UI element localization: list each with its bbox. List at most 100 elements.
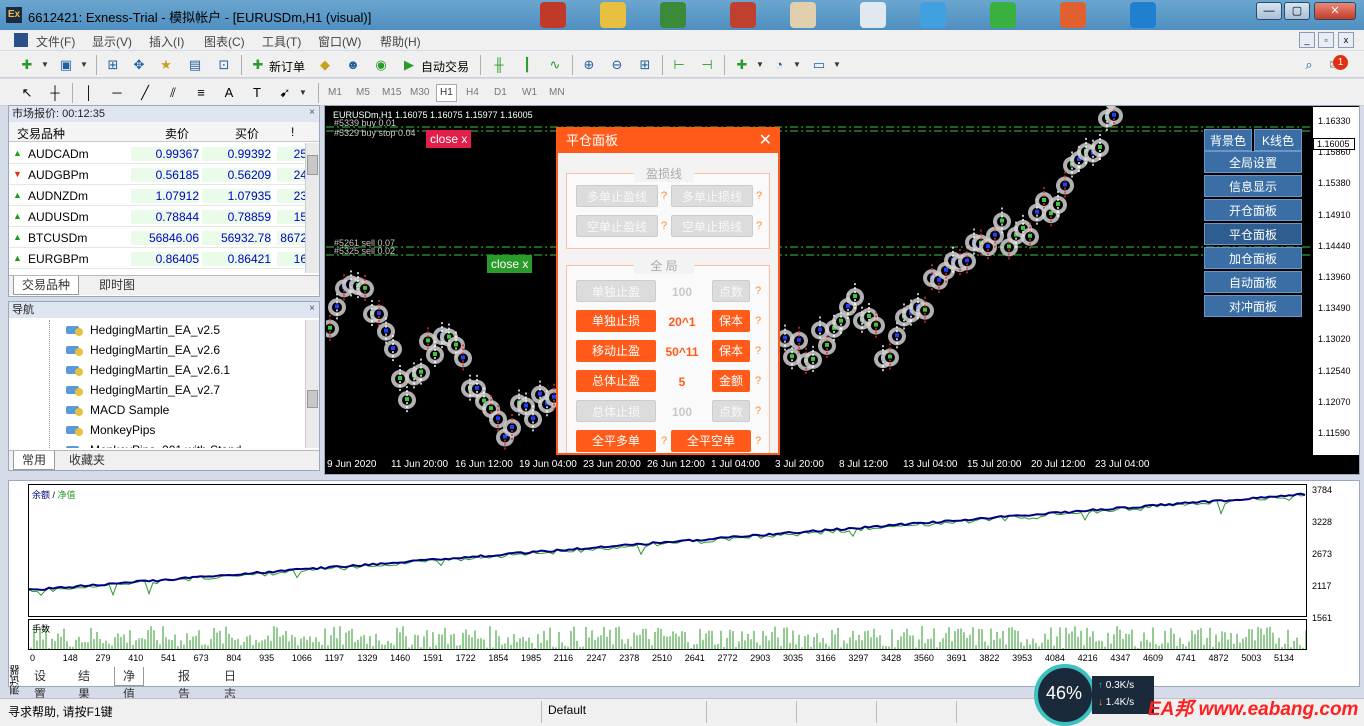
crosshair-icon[interactable]: ┼ <box>46 84 64 102</box>
channel-icon[interactable]: ⫽ <box>164 84 182 102</box>
trailing-tp-button[interactable]: 移动止盈 <box>576 340 656 362</box>
market-watch-row[interactable]: ▲ AUDNZDm 1.07912 1.07935 23 <box>9 185 309 206</box>
candlestick-icon[interactable]: ┃ <box>518 56 536 74</box>
close-button[interactable]: ✕ <box>1314 2 1356 20</box>
help-icon[interactable]: ? <box>756 220 762 232</box>
price-chart[interactable] <box>326 107 1312 455</box>
navigator-item[interactable]: MonkeyPips <box>57 420 305 440</box>
auto-scroll-icon[interactable]: ⊢ <box>670 56 688 74</box>
header-symbol[interactable]: 交易品种 <box>17 125 65 142</box>
dropdown-arrow-icon[interactable]: ▼ <box>828 56 846 74</box>
indicators-icon[interactable]: ✚ <box>733 56 751 74</box>
header-spread[interactable]: ! <box>291 125 294 139</box>
close-order-red-button[interactable]: close x <box>426 130 472 148</box>
help-icon[interactable]: ? <box>661 190 667 202</box>
amount-button[interactable]: 金额 <box>712 370 750 392</box>
single-sl-value[interactable]: 20^1 <box>662 315 702 329</box>
candle-color-button[interactable]: K线色 <box>1254 129 1302 151</box>
menu-insert[interactable]: 插入(I) <box>149 33 184 50</box>
volume-chart[interactable]: 手数 <box>28 619 1307 650</box>
zoom-out-icon[interactable]: ⊖ <box>608 56 626 74</box>
help-icon[interactable]: ? <box>755 375 761 387</box>
ea-panel-button[interactable]: 自动面板 <box>1204 271 1302 293</box>
tile-windows-icon[interactable]: ⊞ <box>636 56 654 74</box>
market-watch-row[interactable]: ▲ AUDUSDm 0.78844 0.78859 15 <box>9 206 309 227</box>
close-all-long-button[interactable]: 全平多单 <box>576 430 656 452</box>
market-watch-row[interactable]: ▲ AUDCADm 0.99367 0.99392 25 <box>9 143 309 164</box>
help-icon[interactable]: ? <box>661 435 667 447</box>
timeframe-m1[interactable]: M1 <box>328 87 342 98</box>
tab-report[interactable]: 报告 <box>170 667 198 701</box>
chart-close-button[interactable]: x <box>1338 32 1354 48</box>
header-bid[interactable]: 卖价 <box>165 125 189 142</box>
timeframe-h4[interactable]: H4 <box>466 87 479 98</box>
total-sl-button[interactable]: 总体止损 <box>576 400 656 422</box>
navigator-scrollbar[interactable] <box>305 320 319 448</box>
timeframe-w1[interactable]: W1 <box>522 87 537 98</box>
menu-file[interactable]: 文件(F) <box>36 33 75 50</box>
signal-icon[interactable]: ◉ <box>372 56 390 74</box>
help-icon[interactable]: ? <box>755 315 761 327</box>
cursor-icon[interactable]: ↖ <box>18 84 36 102</box>
help-icon[interactable]: ? <box>755 345 761 357</box>
metaeditor-icon[interactable]: ◆ <box>316 56 334 74</box>
market-watch-row[interactable]: ▼ AUDGBPm 0.56185 0.56209 24 <box>9 164 309 185</box>
timeframe-d1[interactable]: D1 <box>494 87 507 98</box>
timeframe-mn[interactable]: MN <box>549 87 565 98</box>
auto-trade-button[interactable]: 自动交易 <box>421 58 469 75</box>
new-order-button[interactable]: 新订单 <box>269 58 305 75</box>
tester-icon[interactable]: ⊡ <box>215 56 233 74</box>
ea-panel-button[interactable]: 加仓面板 <box>1204 247 1302 269</box>
maximize-button[interactable]: ▢ <box>1284 2 1310 20</box>
tab-symbols[interactable]: 交易品种 <box>13 276 80 295</box>
zoom-in-icon[interactable]: ⊕ <box>580 56 598 74</box>
navigator-item[interactable]: HedgingMartin_EA_v2.7 <box>57 380 305 400</box>
close-all-short-button[interactable]: 全平空单 <box>671 430 751 452</box>
dropdown-arrow-icon[interactable]: ▼ <box>751 56 769 74</box>
dropdown-arrow-icon[interactable]: ▼ <box>788 56 806 74</box>
tab-journal[interactable]: 日志 <box>216 667 244 701</box>
panel-close-icon[interactable]: × <box>309 303 315 314</box>
timeframe-m5[interactable]: M5 <box>356 87 370 98</box>
trailing-tp-value[interactable]: 50^11 <box>662 345 702 359</box>
long-sl-line-button[interactable]: 多单止损线 <box>671 185 753 207</box>
dropdown-arrow-icon[interactable]: ▼ <box>36 56 54 74</box>
timeframe-m30[interactable]: M30 <box>410 87 429 98</box>
long-tp-line-button[interactable]: 多单止盈线 <box>576 185 658 207</box>
single-sl-button[interactable]: 单独止损 <box>576 310 656 332</box>
background-color-button[interactable]: 背景色 <box>1204 129 1252 151</box>
tab-results[interactable]: 结果 <box>70 667 98 701</box>
dropdown-arrow-icon[interactable]: ▼ <box>294 84 312 102</box>
navigator-icon[interactable]: ★ <box>157 56 175 74</box>
navigator-item[interactable]: MACD Sample <box>57 400 305 420</box>
total-tp-button[interactable]: 总体止盈 <box>576 370 656 392</box>
points-button[interactable]: 点数 <box>712 280 750 302</box>
help-icon[interactable]: ? <box>755 405 761 417</box>
single-tp-value[interactable]: 100 <box>662 285 702 299</box>
menu-help[interactable]: 帮助(H) <box>380 33 421 50</box>
tab-common[interactable]: 常用 <box>13 451 56 470</box>
close-order-green-button[interactable]: close x <box>487 255 533 273</box>
total-tp-value[interactable]: 5 <box>662 375 702 389</box>
search-icon[interactable]: ⌕ <box>1300 56 1318 74</box>
equity-chart[interactable]: 余额 / 净值 <box>28 484 1307 617</box>
trendline-icon[interactable]: ╱ <box>136 84 154 102</box>
short-tp-line-button[interactable]: 空单止盈线 <box>576 215 658 237</box>
user-icon[interactable]: ☻ <box>344 56 362 74</box>
panel-close-icon[interactable]: × <box>309 107 315 118</box>
new-order-icon[interactable]: ✚ <box>249 56 267 74</box>
navigator-item[interactable]: MonkeyPips_201 with Stand... <box>57 440 305 448</box>
shift-marker-icon[interactable] <box>1106 106 1116 112</box>
minimize-button[interactable]: — <box>1256 2 1282 20</box>
arrows-icon[interactable]: ➹ <box>276 84 294 102</box>
auto-trade-icon[interactable]: ▶ <box>400 56 418 74</box>
market-watch-icon[interactable]: ⊞ <box>104 56 122 74</box>
navigator-item[interactable]: HedgingMartin_EA_v2.5 <box>57 320 305 340</box>
menu-window[interactable]: 窗口(W) <box>318 33 361 50</box>
close-panel-close-icon[interactable]: ✕ <box>759 129 772 153</box>
data-window-icon[interactable]: ✥ <box>130 56 148 74</box>
fibonacci-icon[interactable]: ≡ <box>192 84 210 102</box>
menu-chart[interactable]: 图表(C) <box>204 33 245 50</box>
dropdown-arrow-icon[interactable]: ▼ <box>75 56 93 74</box>
menu-tools[interactable]: 工具(T) <box>262 33 301 50</box>
